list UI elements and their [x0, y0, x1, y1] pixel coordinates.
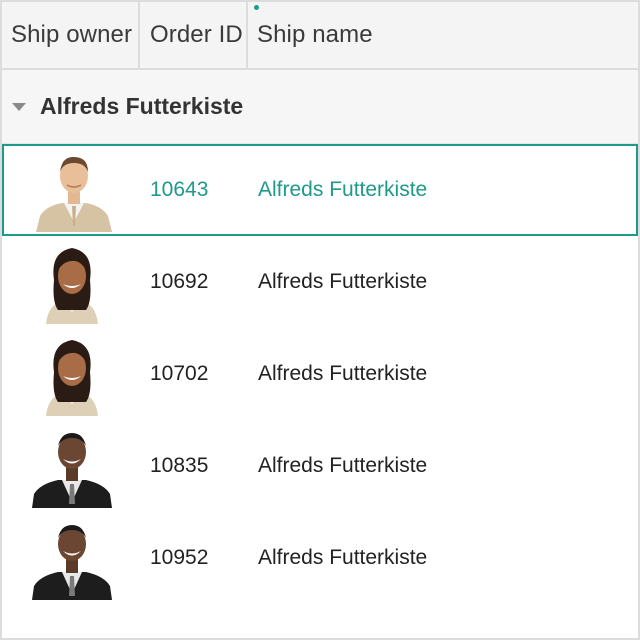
ship-owner-cell [30, 512, 114, 604]
order-id-cell: 10702 [150, 362, 209, 385]
order-id-cell: 10835 [150, 454, 209, 477]
order-id-cell: 10643 [150, 178, 209, 201]
order-id-cell: 10692 [150, 270, 209, 293]
column-header-ship-owner[interactable]: Ship owner [2, 2, 140, 68]
ship-owner-cell [30, 328, 114, 420]
man-in-black-suit-avatar [30, 516, 114, 600]
ship-owner-cell [30, 236, 114, 328]
table-row[interactable]: 10952 Alfreds Futterkiste [2, 512, 638, 604]
table-row[interactable]: 10643 Alfreds Futterkiste [2, 144, 638, 236]
ship-name-cell: Alfreds Futterkiste [258, 546, 428, 569]
ship-name-cell: Alfreds Futterkiste [258, 454, 428, 477]
group-row[interactable]: Alfreds Futterkiste [2, 70, 638, 144]
collapse-triangle-icon[interactable] [12, 102, 26, 111]
order-id-cell: 10952 [150, 546, 209, 569]
ship-owner-cell [32, 146, 116, 234]
sort-indicator-icon [254, 5, 259, 10]
woman-smiling-avatar [30, 240, 114, 324]
column-header-row: Ship owner Order ID Ship name [2, 2, 638, 70]
ship-name-cell: Alfreds Futterkiste [258, 270, 428, 293]
ship-name-cell: Alfreds Futterkiste [258, 362, 428, 385]
column-header-ship-name[interactable]: Ship name [248, 2, 638, 68]
table-row[interactable]: 10835 Alfreds Futterkiste [2, 420, 638, 512]
column-header-order-id[interactable]: Order ID [140, 2, 248, 68]
man-in-beige-suit-avatar [32, 148, 116, 232]
ship-owner-cell [30, 420, 114, 512]
orders-grid: Ship owner Order ID Ship name Alfreds Fu… [0, 0, 640, 640]
man-in-black-suit-avatar [30, 424, 114, 508]
table-row[interactable]: 10702 Alfreds Futterkiste [2, 328, 638, 420]
ship-name-cell: Alfreds Futterkiste [258, 178, 428, 201]
woman-smiling-avatar [30, 332, 114, 416]
table-row[interactable]: 10692 Alfreds Futterkiste [2, 236, 638, 328]
group-caption: Alfreds Futterkiste [40, 93, 244, 119]
